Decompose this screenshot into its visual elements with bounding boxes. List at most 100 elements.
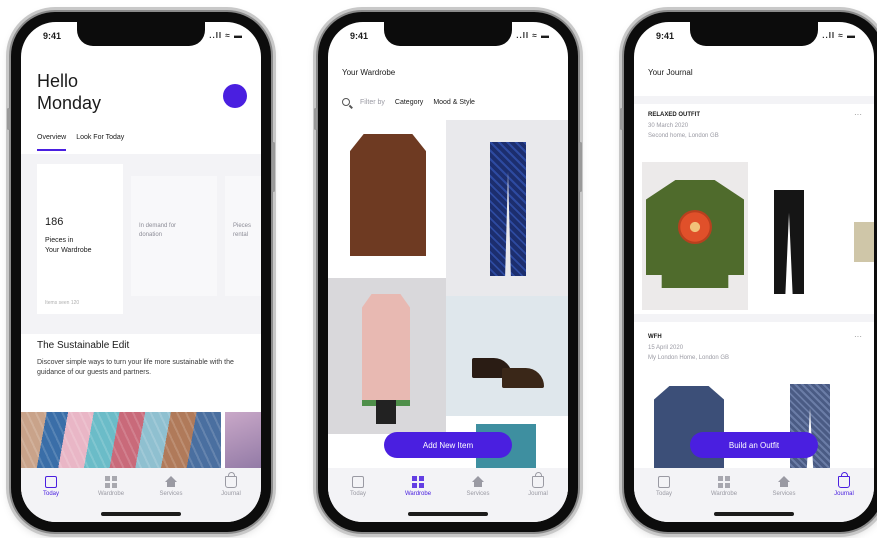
wardrobe-count-card[interactable]: 186 Pieces in Your Wardrobe Items seen 1… (37, 164, 123, 314)
journal-bag-icon (225, 472, 237, 488)
status-bar: 9:41 ..ll ≈ ▬ (21, 31, 261, 45)
rental-label-1: Pieces (233, 223, 252, 229)
outfit-item-sweater[interactable] (642, 162, 748, 310)
tab-today[interactable]: Today (332, 476, 384, 522)
journal-bag-icon (532, 472, 544, 488)
donation-label: In demand for donation (139, 222, 176, 240)
phone-power-button (579, 142, 582, 192)
build-outfit-button[interactable]: Build an Outfit (690, 432, 818, 458)
tab-wardrobe-label: Wardrobe (710, 491, 738, 497)
today-icon (352, 476, 364, 488)
rental-card[interactable]: Pieces rental (225, 176, 261, 296)
filter-by-label: Filter by (360, 98, 385, 106)
today-tabs: Overview Look For Today (37, 134, 124, 151)
wardrobe-grid-icon (718, 476, 730, 488)
section-description: Discover simple ways to turn your life m… (37, 359, 234, 376)
entry-location: Second home, London GB (648, 133, 719, 139)
divider (634, 314, 874, 322)
donation-card[interactable]: In demand for donation (131, 176, 217, 296)
entry-title[interactable]: RELAXED OUTFIT (648, 112, 700, 118)
phone-journal: 9:41 ..ll ≈ ▬ Your Journal RELAXED OUTFI… (620, 12, 877, 532)
journal-screen: 9:41 ..ll ≈ ▬ Your Journal RELAXED OUTFI… (634, 22, 874, 522)
wardrobe-grid-icon (412, 476, 424, 488)
more-options-icon[interactable]: ··· (854, 332, 862, 341)
phone-today: 9:41 ..ll ≈ ▬ Hello Monday Overview Look… (7, 12, 275, 532)
status-bar: 9:41 ..ll ≈ ▬ (634, 31, 874, 45)
tab-journal[interactable]: Journal (818, 472, 870, 522)
wardrobe-item-pink-coat[interactable] (328, 278, 446, 434)
wardrobe-item-shoes[interactable] (446, 296, 568, 416)
greeting: Hello Monday (37, 70, 101, 114)
tab-today-label: Today (42, 491, 59, 497)
tab-overview[interactable]: Overview (37, 134, 67, 151)
filter-bar: Filter by Category Mood & Style (342, 98, 558, 106)
tab-look-for-today[interactable]: Look For Today (76, 134, 124, 151)
entry-title[interactable]: WFH (648, 334, 662, 340)
tab-journal-label: Journal (834, 491, 854, 497)
rental-label: Pieces rental (233, 222, 251, 240)
outfit-item-sneaker[interactable] (854, 222, 874, 262)
home-indicator[interactable] (408, 512, 488, 516)
pink-coat-image (362, 294, 410, 406)
more-options-icon[interactable]: ··· (854, 110, 862, 119)
shoe-image-2 (502, 368, 544, 388)
wardrobe-count: 186 (45, 216, 64, 228)
phone-power-button (272, 142, 275, 192)
services-home-icon (778, 476, 790, 487)
signal-battery-icon: ..ll ≈ ▬ (209, 31, 243, 40)
boots-image (376, 400, 396, 424)
home-indicator[interactable] (101, 512, 181, 516)
jeans-image (490, 142, 526, 276)
wardrobe-item-brown-coat[interactable] (328, 120, 446, 278)
today-screen: 9:41 ..ll ≈ ▬ Hello Monday Overview Look… (21, 22, 261, 522)
wardrobe-count-label-1: Pieces in (45, 237, 74, 244)
status-time: 9:41 (656, 31, 675, 41)
divider (634, 96, 874, 104)
tab-journal[interactable]: Journal (512, 472, 564, 522)
services-home-icon (165, 476, 177, 487)
signal-battery-icon: ..ll ≈ ▬ (516, 31, 550, 40)
filter-mood-style[interactable]: Mood & Style (433, 99, 475, 106)
status-bar: 9:41 ..ll ≈ ▬ (328, 31, 568, 45)
outfit-item-black-pants[interactable] (774, 190, 804, 294)
brown-coat-image (350, 134, 426, 256)
rental-label-2: rental (233, 232, 249, 238)
wardrobe-item-jeans[interactable] (446, 120, 568, 296)
home-indicator[interactable] (714, 512, 794, 516)
signal-battery-icon: ..ll ≈ ▬ (822, 31, 856, 40)
tab-services-label: Services (159, 491, 183, 497)
tab-journal-label: Journal (528, 491, 548, 497)
phone-side-button (7, 108, 10, 130)
tab-today[interactable]: Today (25, 476, 77, 522)
tab-today[interactable]: Today (638, 476, 690, 522)
phone-wardrobe: 9:41 ..ll ≈ ▬ Your Wardrobe Filter by Ca… (314, 12, 582, 532)
donation-label-2: donation (139, 232, 163, 238)
phone-side-button (620, 108, 623, 130)
today-icon (658, 476, 670, 488)
wardrobe-count-label-2: Your Wardrobe (45, 247, 92, 254)
status-time: 9:41 (43, 31, 62, 41)
page-title: Your Wardrobe (342, 68, 396, 77)
donation-label-1: In demand for (139, 223, 177, 229)
avatar[interactable] (223, 84, 247, 108)
journal-bag-icon (838, 472, 850, 488)
summary-cards: 186 Pieces in Your Wardrobe Items seen 1… (21, 154, 261, 334)
tab-today-label: Today (655, 491, 672, 497)
greeting-line1: Hello (37, 71, 79, 91)
flower-motif (678, 210, 712, 244)
entry-location: My London Home, London GB (648, 355, 730, 361)
filter-category[interactable]: Category (395, 99, 423, 106)
add-new-item-button[interactable]: Add New Item (384, 432, 512, 458)
tab-today-label: Today (349, 491, 366, 497)
tab-wardrobe-label: Wardrobe (404, 491, 432, 497)
today-icon (45, 476, 57, 488)
tab-journal-label: Journal (221, 491, 241, 497)
phone-side-button (314, 108, 317, 130)
tab-journal[interactable]: Journal (205, 472, 257, 522)
greeting-line2: Monday (37, 93, 102, 113)
entry-date: 30 March 2020 (648, 123, 689, 129)
search-icon[interactable] (342, 98, 350, 106)
tab-wardrobe-label: Wardrobe (97, 491, 125, 497)
services-home-icon (472, 476, 484, 487)
wardrobe-card-footer: Items seen 120 (45, 300, 80, 306)
